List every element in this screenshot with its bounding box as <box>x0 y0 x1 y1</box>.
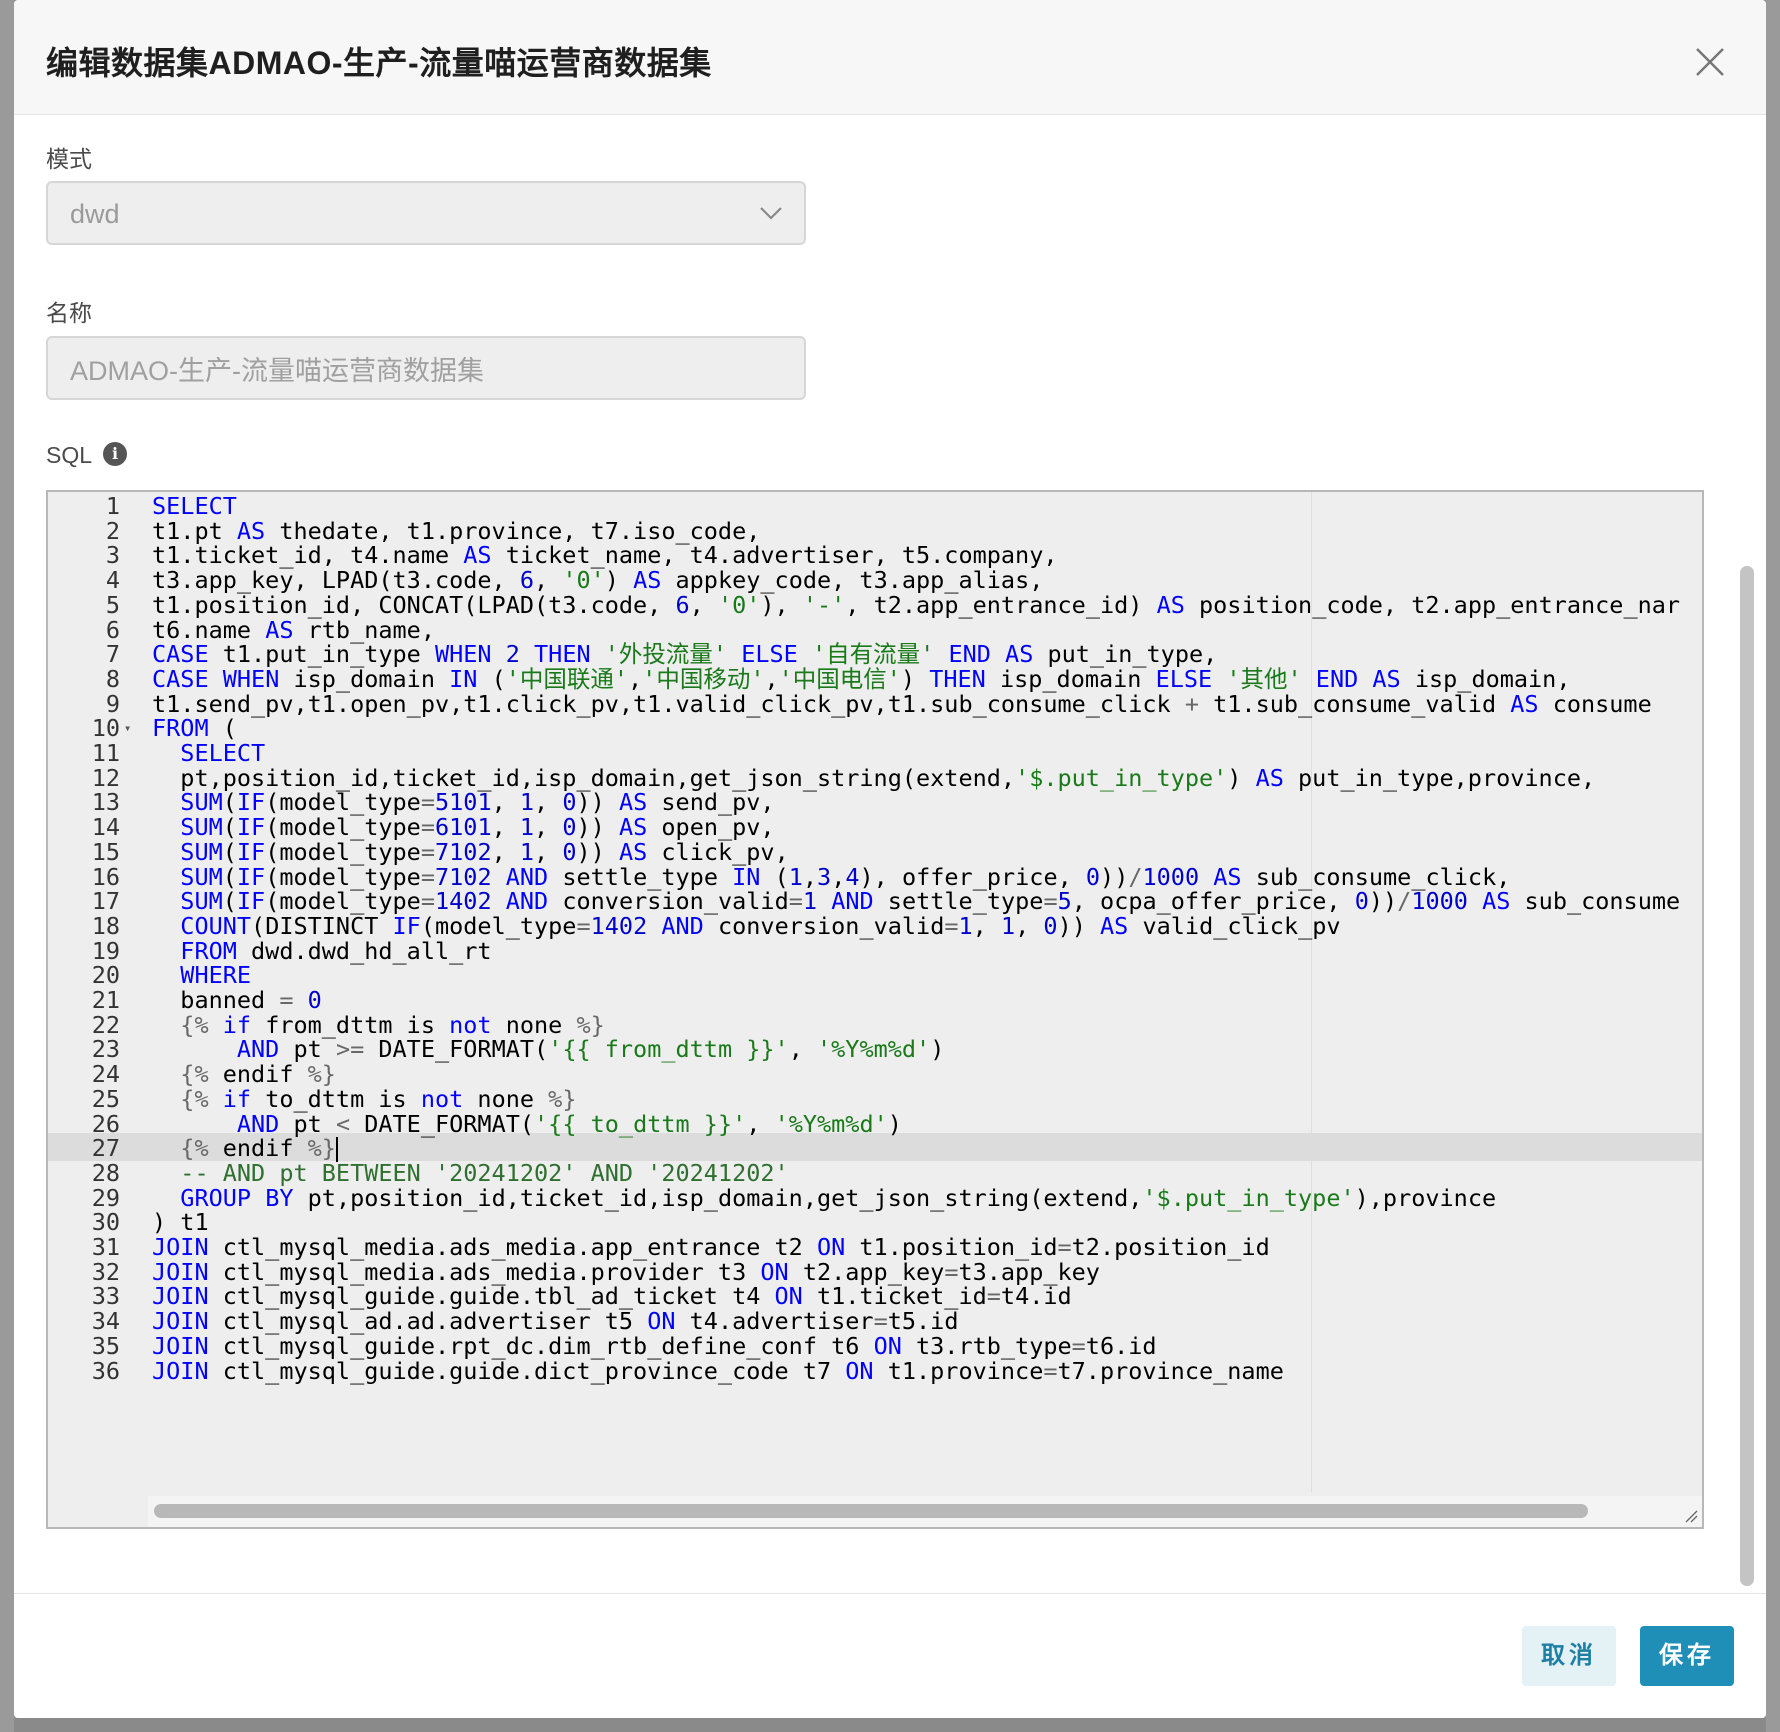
close-button[interactable] <box>1692 44 1728 80</box>
sql-label: SQL <box>46 442 93 468</box>
dialog-body: 模式 dwd 名称 SQL i 1SELECT2t1.pt AS thedate… <box>14 116 1766 1592</box>
save-button[interactable]: 保存 <box>1640 1626 1734 1686</box>
dialog-title: 编辑数据集ADMAO-生产-流量喵运营商数据集 <box>46 45 712 81</box>
code-text: JOIN ctl_mysql_guide.guide.dict_province… <box>152 1356 1284 1385</box>
mode-select[interactable]: dwd <box>46 181 806 245</box>
code-line[interactable]: 36 JOIN ctl_mysql_guide.guide.dict_provin… <box>48 1356 1702 1385</box>
horizontal-scrollbar[interactable] <box>148 1496 1702 1527</box>
mode-select-value: dwd <box>70 199 120 229</box>
resize-handle-icon[interactable] <box>1684 1509 1698 1523</box>
vertical-scrollbar-thumb[interactable] <box>1740 566 1754 1586</box>
cancel-button[interactable]: 取消 <box>1522 1626 1616 1686</box>
mode-label: 模式 <box>46 146 92 172</box>
chevron-down-icon <box>760 207 782 220</box>
editor-code-lines[interactable]: 1 SELECT 2 t1.pt AS thedate, t1.province, t… <box>48 492 1702 1492</box>
dialog-header: 编辑数据集ADMAO-生产-流量喵运营商数据集 <box>14 0 1766 115</box>
name-input[interactable] <box>46 336 806 400</box>
page-backdrop-right <box>1766 0 1780 1732</box>
horizontal-scrollbar-thumb[interactable] <box>154 1504 1588 1518</box>
sql-code-editor[interactable]: 1 SELECT 2 t1.pt AS thedate, t1.province, t… <box>46 490 1704 1529</box>
dialog-footer: 取消 保存 <box>14 1593 1766 1718</box>
edit-dataset-dialog: 编辑数据集ADMAO-生产-流量喵运营商数据集 模式 dwd 名称 SQL i … <box>14 0 1766 1718</box>
page-backdrop-left <box>0 0 14 1732</box>
name-label: 名称 <box>46 300 92 326</box>
info-icon[interactable]: i <box>103 442 127 466</box>
line-number: 36 <box>91 1356 120 1385</box>
close-icon <box>1696 48 1724 76</box>
